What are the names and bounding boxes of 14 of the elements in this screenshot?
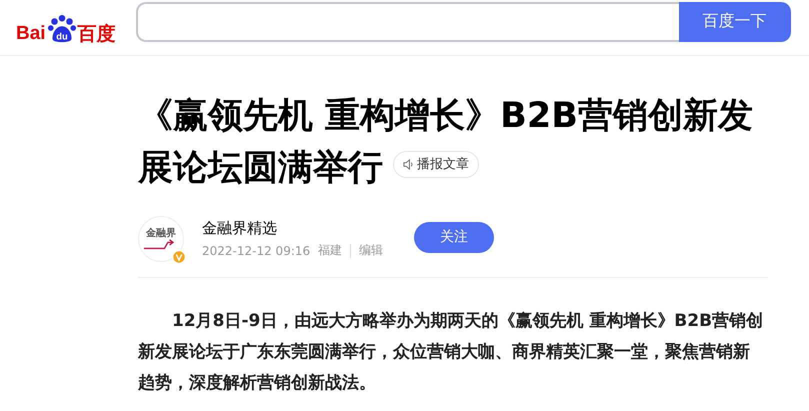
search-button[interactable]: 百度一下 [678,2,791,42]
listen-button[interactable]: 播报文章 [393,150,479,178]
speaker-icon [403,158,414,170]
author-avatar[interactable]: 金融界 [138,216,184,262]
search-field[interactable] [136,2,679,42]
article-title: 《赢领先机 重构增长》B2B营销创新发 [138,96,753,136]
article-title: 展论坛圆满举行 [138,148,383,188]
edit-text: 编辑 [359,242,384,259]
article-paragraph: 12月8日-9日，由远大方略举办为期两天的《赢领先机 重构增长》B2B营销创新发展论坛于广东东莞圆满举行，众位营销大咖、商界精英汇聚一堂，聚焦营销新趋势，深度解析营销创新战法。 [138,310,764,395]
location-text: 福建 [318,242,342,259]
baidu-logo[interactable]: Bai du 百度 [16,10,116,44]
follow-button[interactable]: 关注 [414,222,494,252]
author-name[interactable]: 金融界精选 [202,219,414,238]
publish-date: 2022-12-12 09:16 [202,244,310,258]
